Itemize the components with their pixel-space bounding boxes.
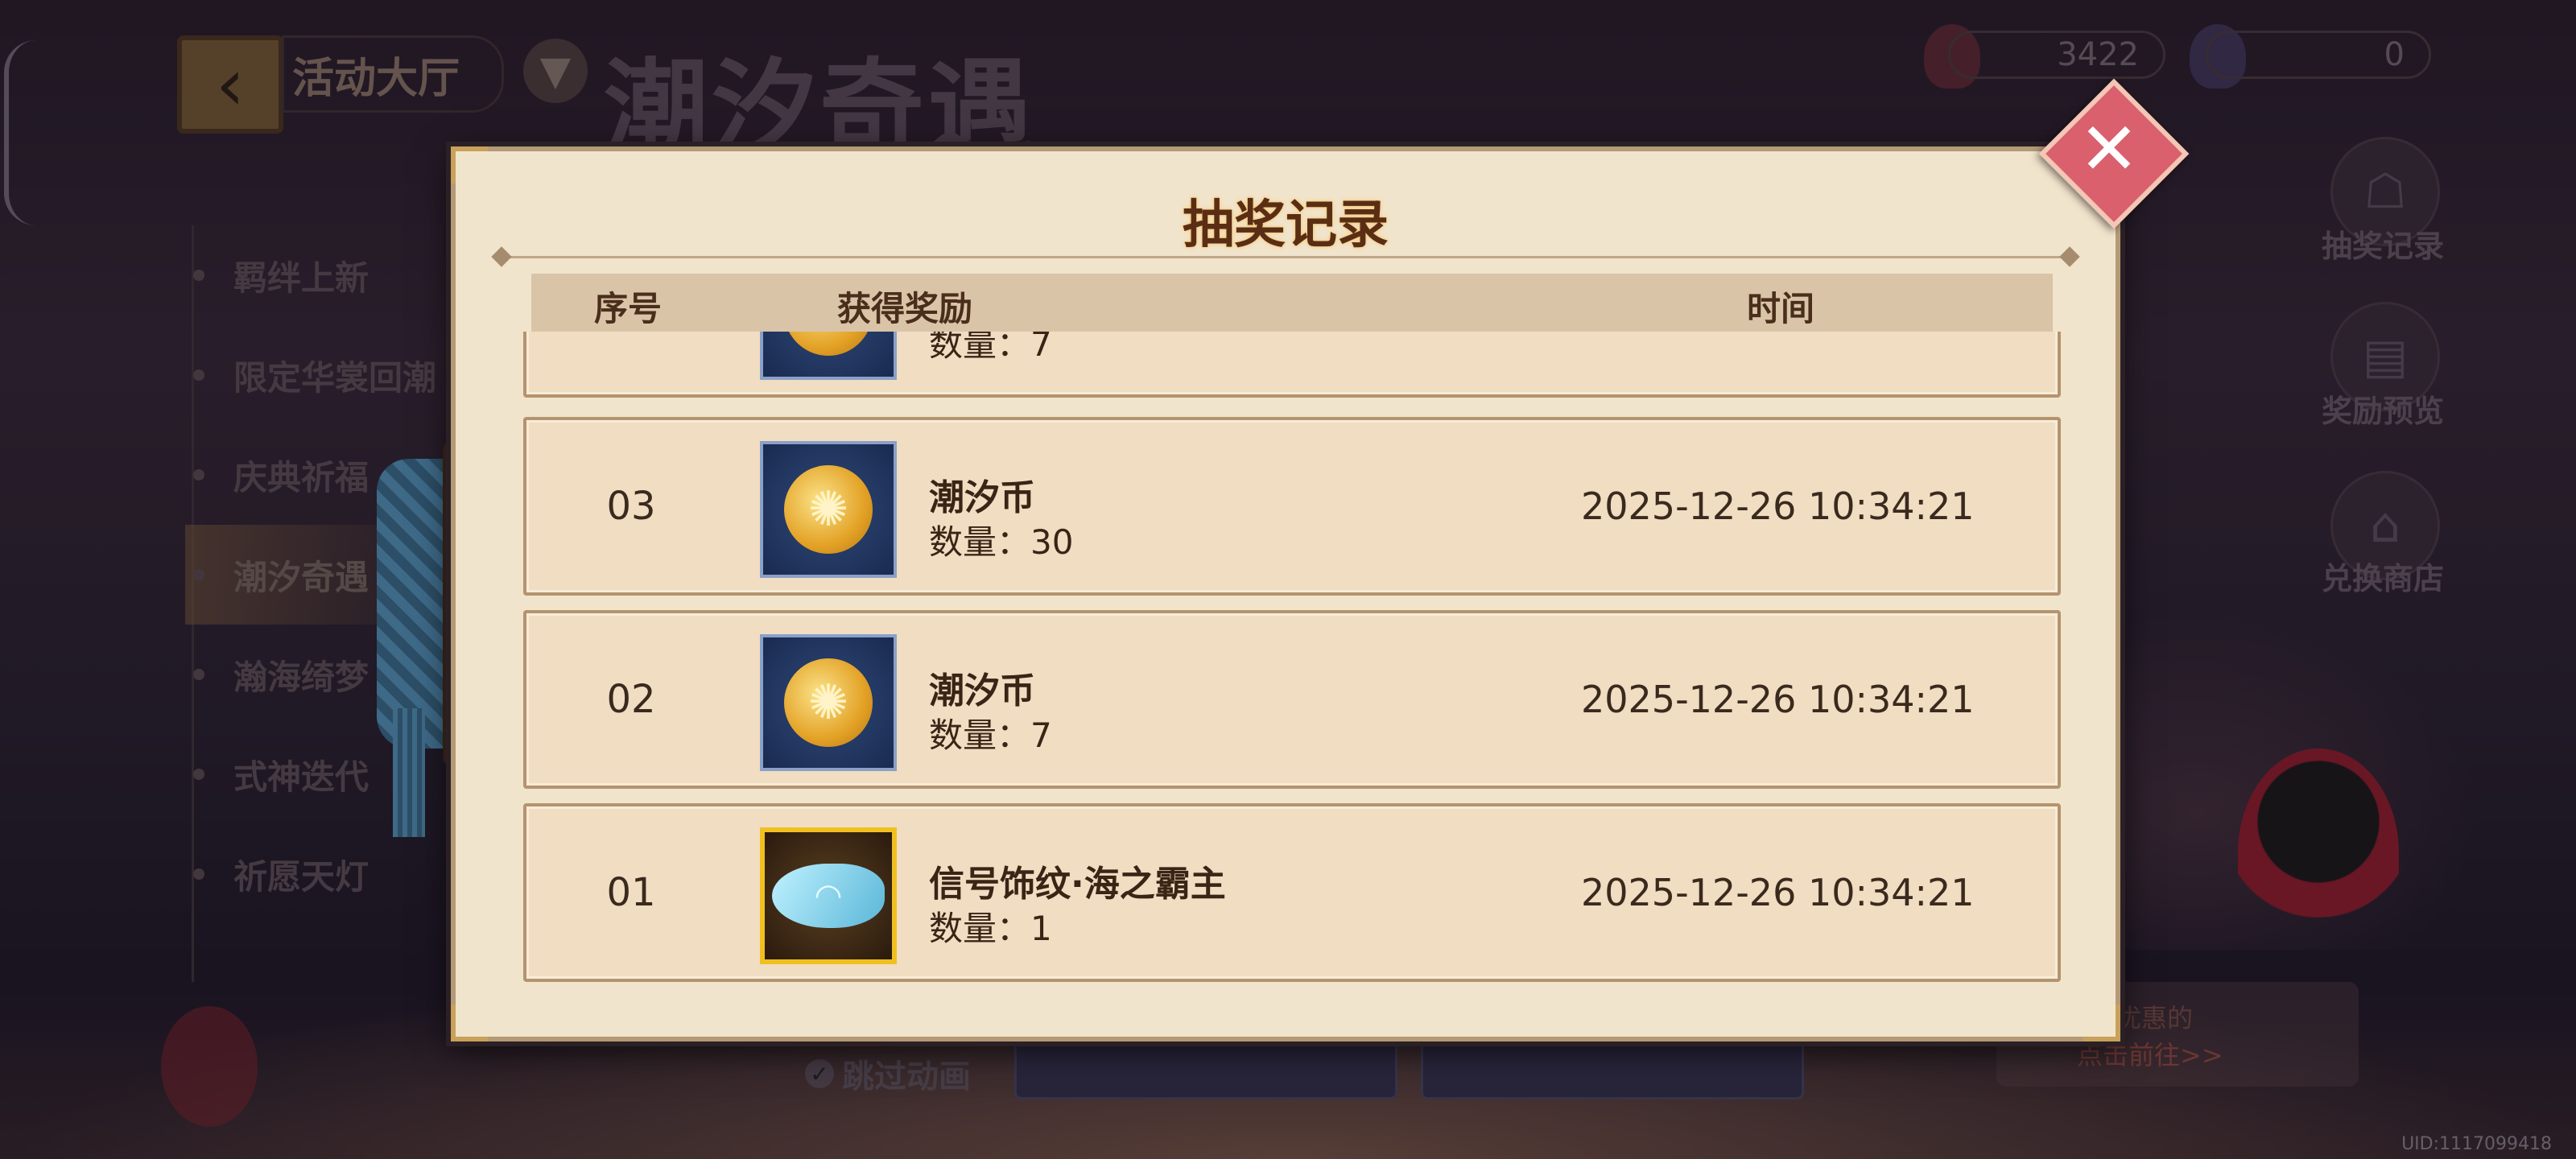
reward-name: 潮汐币: [929, 477, 1035, 518]
title-divider: [496, 256, 2075, 258]
tide-coin-icon: ✺: [784, 465, 873, 554]
reward-thumb: ✺: [760, 332, 897, 380]
corner-ornament: [2083, 1004, 2120, 1041]
corner-ornament: [451, 146, 488, 184]
dialog-title: 抽奖记录: [1183, 196, 1389, 255]
table-row: 03 ✺ 潮汐币 数量：30 2025-12-26 10:34:21: [523, 417, 2061, 596]
reward-thumb[interactable]: ✺: [760, 441, 897, 578]
column-header-reward: 获得奖励: [837, 288, 973, 328]
tide-coin-icon: ✺: [784, 658, 873, 747]
reward-time: 2025-12-26 10:34:21: [1581, 678, 1975, 721]
reward-time: 2025-12-26 10:34:21: [1581, 485, 1975, 528]
reward-qty: 数量：7: [929, 716, 1052, 755]
table-row: ✺ 数量：7: [523, 332, 2061, 398]
column-header-time: 时间: [1747, 288, 1815, 328]
close-icon[interactable]: ✕: [2061, 101, 2157, 197]
reward-qty: 数量：7: [929, 332, 1052, 364]
tassel-decoration: [393, 708, 425, 837]
column-header-seq: 序号: [593, 288, 662, 328]
reward-thumb[interactable]: ◠: [760, 827, 897, 964]
row-seq: 02: [606, 677, 656, 722]
reward-qty: 数量：1: [929, 909, 1052, 948]
reward-name: 潮汐币: [929, 670, 1035, 711]
corner-ornament: [451, 1004, 488, 1041]
reward-qty: 数量：30: [929, 522, 1074, 562]
reward-thumb[interactable]: ✺: [760, 634, 897, 771]
row-seq: 03: [606, 484, 656, 529]
row-seq: 01: [606, 870, 656, 915]
tide-coin-icon: ✺: [784, 332, 873, 356]
record-list[interactable]: ✺ 数量：7 03 ✺ 潮汐币 数量：30 2025-12-26 10:34:2…: [523, 332, 2061, 984]
table-header: 序号 获得奖励 时间: [531, 274, 2053, 338]
whale-icon: ◠: [772, 864, 885, 928]
reward-time: 2025-12-26 10:34:21: [1581, 871, 1975, 914]
table-row: 01 ◠ 信号饰纹·海之霸主 数量：1 2025-12-26 10:34:21: [523, 803, 2061, 982]
reward-name: 信号饰纹·海之霸主: [929, 864, 1226, 905]
table-row: 02 ✺ 潮汐币 数量：7 2025-12-26 10:34:21: [523, 610, 2061, 789]
